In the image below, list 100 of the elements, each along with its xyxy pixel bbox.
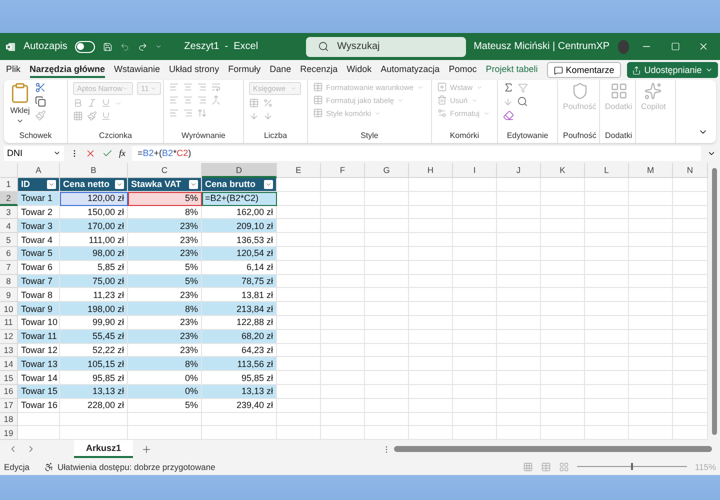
name-box[interactable]: DNI	[4, 146, 64, 160]
table-cell: Towar 3	[18, 219, 60, 234]
table-cell: =B2+(B2*C2)	[202, 192, 277, 206]
zoom-level: 115%	[694, 462, 716, 472]
comments-button[interactable]: Komentarze	[546, 62, 622, 78]
row-header[interactable]: 8	[0, 274, 18, 288]
avatar[interactable]	[618, 40, 629, 54]
column-header[interactable]: N	[673, 163, 708, 178]
group-label: Edytowanie	[506, 131, 550, 142]
column-header[interactable]: F	[321, 163, 365, 178]
column-header[interactable]: L	[585, 163, 629, 178]
enter-icon	[102, 148, 113, 158]
table-cell: 23%	[128, 316, 202, 330]
table-cell: Towar 5	[18, 246, 60, 261]
ribbon-tab[interactable]: Dane	[270, 62, 292, 78]
close-icon	[698, 41, 710, 52]
table-cell: 52,22 zł	[60, 344, 128, 358]
column-header[interactable]: B	[60, 163, 128, 178]
italic-icon	[87, 98, 97, 108]
copy-icon	[35, 96, 46, 107]
row-header[interactable]: 19	[0, 426, 18, 440]
column-header[interactable]: A	[18, 163, 60, 178]
ribbon-tab[interactable]: Narzędzia główne	[30, 62, 106, 78]
row-header[interactable]: 1	[0, 178, 18, 192]
filter-button[interactable]	[264, 180, 273, 189]
function-icon[interactable]: fx	[119, 148, 126, 158]
row-header[interactable]: 15	[0, 371, 18, 385]
table-cell: 5%	[128, 260, 202, 275]
ribbon-tab[interactable]: Widok	[346, 62, 372, 78]
row-header[interactable]: 9	[0, 288, 18, 302]
table-cell: 13,81 zł	[202, 288, 277, 302]
row-header[interactable]: 16	[0, 384, 18, 399]
table-cell: Towar 11	[18, 330, 60, 344]
sheet-tab[interactable]: Arkusz1	[74, 440, 134, 458]
row-header[interactable]: 6	[0, 246, 18, 261]
ribbon-tab[interactable]: Układ strony	[169, 62, 220, 78]
wrap-text-icon	[211, 82, 221, 92]
row-header[interactable]: 5	[0, 233, 18, 247]
share-button[interactable]: Udostępnianie	[627, 62, 718, 78]
page-break-icon	[558, 462, 569, 472]
row-header[interactable]: 14	[0, 357, 18, 372]
column-header[interactable]: K	[541, 163, 585, 178]
column-header[interactable]: C	[128, 163, 202, 178]
table-cell: 23%	[128, 288, 202, 302]
caret-icon	[396, 96, 404, 104]
row-header[interactable]: 3	[0, 206, 18, 220]
row-header[interactable]: 12	[0, 330, 18, 344]
table-cell: 23%	[128, 330, 202, 344]
ribbon-tab[interactable]: Pomoc	[448, 62, 477, 78]
group-label: Poufność	[563, 131, 594, 142]
ribbon-tab[interactable]: Recenzja	[300, 62, 338, 78]
ribbon-tab[interactable]: Automatyzacja	[380, 62, 440, 78]
formula-field[interactable]: =B2+(B2*C2)	[132, 146, 701, 160]
table-cell: 8%	[128, 206, 202, 220]
row-header[interactable]: 18	[0, 412, 18, 426]
autosave-toggle[interactable]	[75, 40, 95, 52]
column-header[interactable]: G	[365, 163, 409, 178]
zoom-slider-thumb[interactable]	[630, 463, 633, 470]
shield-icon	[570, 82, 589, 100]
caret-icon	[265, 180, 272, 188]
table-cell: Towar 6	[18, 260, 60, 275]
row-header[interactable]: 10	[0, 302, 18, 316]
align-top-icon	[169, 82, 179, 92]
comment-icon	[554, 66, 563, 74]
row-header[interactable]: 4	[0, 219, 18, 234]
row-header[interactable]: 2	[0, 192, 18, 206]
column-header[interactable]: J	[497, 163, 541, 178]
ribbon-tab[interactable]: Formuły	[228, 62, 261, 78]
table-cell: 8%	[128, 357, 202, 372]
column-header[interactable]: M	[629, 163, 673, 178]
excel-logo-icon	[6, 40, 16, 52]
filter-button[interactable]	[47, 180, 56, 189]
ribbon-tab[interactable]: Wstawianie	[114, 62, 160, 78]
column-header[interactable]: D	[202, 163, 277, 178]
table-cell: Towar 9	[18, 302, 60, 316]
normal-view-icon	[522, 462, 533, 472]
table-cell: 228,00 zł	[60, 398, 128, 413]
ribbon-tab[interactable]: Plik	[6, 62, 21, 78]
ribbon-tab[interactable]: Projekt tabeli	[486, 62, 538, 78]
undo-icon	[120, 40, 130, 52]
column-header[interactable]: E	[277, 163, 321, 178]
accessibility-status[interactable]: Ułatwienia dostępu: dobrze przygotowane	[58, 462, 216, 472]
table-cell: 162,00 zł	[202, 206, 277, 220]
column-header[interactable]: H	[409, 163, 453, 178]
filter-button[interactable]	[189, 180, 198, 189]
select-all-corner[interactable]	[0, 163, 18, 178]
row-header[interactable]: 13	[0, 344, 18, 358]
row-header[interactable]: 11	[0, 316, 18, 330]
add-sheet-icon	[141, 444, 152, 454]
search-field[interactable]: Wyszukaj	[306, 36, 466, 56]
table-header-cell: Cena netto	[60, 178, 128, 192]
filter-button[interactable]	[115, 180, 124, 189]
group-label: Dodatki	[605, 131, 630, 142]
column-header[interactable]: I	[453, 163, 497, 178]
row-header[interactable]: 17	[0, 398, 18, 413]
table-cell: 120,00 zł	[60, 192, 128, 206]
row-header[interactable]: 7	[0, 260, 18, 275]
table-cell: 5,85 zł	[60, 260, 128, 275]
bold-icon	[73, 98, 83, 108]
table-cell: 75,00 zł	[60, 274, 128, 288]
